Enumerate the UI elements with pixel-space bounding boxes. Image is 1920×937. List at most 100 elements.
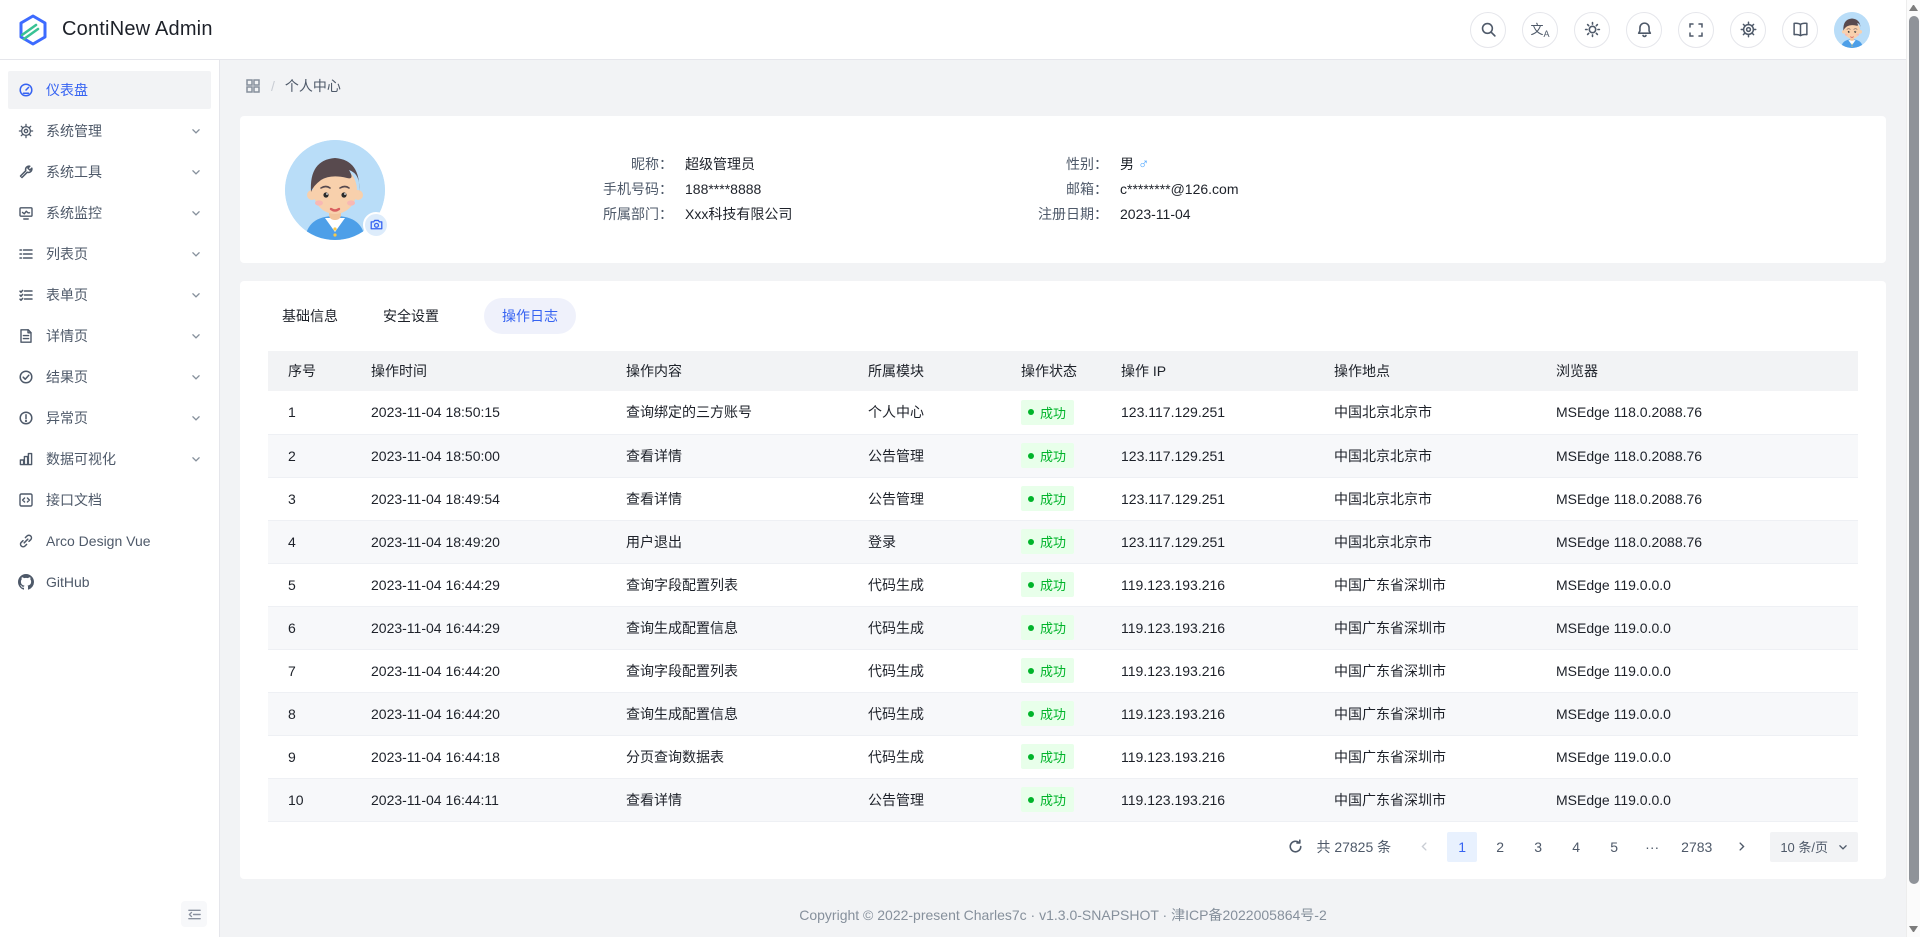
translate-button[interactable]: 文A <box>1522 12 1558 48</box>
sidebar-item-github[interactable]: GitHub <box>8 563 211 601</box>
table-row: 82023-11-04 16:44:20查询生成配置信息代码生成成功119.12… <box>268 692 1858 735</box>
phone-value: 188****8888 <box>685 177 1020 202</box>
table-row: 42023-11-04 18:49:20用户退出登录成功123.117.129.… <box>268 520 1858 563</box>
fullscreen-button[interactable] <box>1678 12 1714 48</box>
page-ellipsis[interactable]: ··· <box>1637 832 1667 862</box>
table-cell: 中国广东省深圳市 <box>1326 649 1548 692</box>
link-icon <box>18 533 34 549</box>
sidebar-item-data-visualization[interactable]: 数据可视化 <box>8 440 211 478</box>
table-header: 序号 操作时间 操作内容 所属模块 操作状态 操作 IP 操作地点 浏览器 <box>268 351 1858 391</box>
notifications-button[interactable] <box>1626 12 1662 48</box>
page-button-1[interactable]: 1 <box>1447 832 1477 862</box>
sidebar-item-arco-design-vue[interactable]: Arco Design Vue <box>8 522 211 560</box>
table-cell: 公告管理 <box>860 477 1013 520</box>
department-value: Xxx科技有限公司 <box>685 202 1020 227</box>
table-row: 22023-11-04 18:50:00查看详情公告管理成功123.117.12… <box>268 434 1858 477</box>
profile-card: 昵称： 超级管理员 性别： 男♂ 手机号码： 188****8888 邮箱： c… <box>240 116 1886 263</box>
status-cell: 成功 <box>1013 606 1113 649</box>
page-size-select[interactable]: 10 条/页 <box>1770 832 1858 862</box>
sidebar-item-label: 系统管理 <box>46 121 102 141</box>
user-avatar[interactable] <box>1834 12 1870 48</box>
scrollbar-up-arrow-icon[interactable] <box>1909 5 1918 11</box>
scrollbar-thumb[interactable] <box>1909 16 1919 884</box>
table-cell: 6 <box>268 606 363 649</box>
sidebar-item-api-docs[interactable]: 接口文档 <box>8 481 211 519</box>
page-scrollbar[interactable] <box>1906 0 1920 937</box>
col-header-status: 操作状态 <box>1013 351 1113 391</box>
chevron-down-icon <box>191 249 201 259</box>
footer-copyright: Copyright © 2022-present Charles7c · v1.… <box>240 905 1886 925</box>
field-label: 昵称： <box>515 152 685 177</box>
translate-icon: 文A <box>1530 23 1549 36</box>
tab-operation-log[interactable]: 操作日志 <box>484 298 576 334</box>
page-button-last[interactable]: 2783 <box>1675 832 1718 862</box>
table-row: 12023-11-04 18:50:15查询绑定的三方账号个人中心成功123.1… <box>268 391 1858 434</box>
table-cell: 123.117.129.251 <box>1113 434 1326 477</box>
sidebar-item-exception-page[interactable]: 异常页 <box>8 399 211 437</box>
sidebar-item-system-management[interactable]: 系统管理 <box>8 112 211 150</box>
page-button-3[interactable]: 3 <box>1523 832 1553 862</box>
sidebar-item-label: 详情页 <box>46 326 88 346</box>
table-cell: 119.123.193.216 <box>1113 692 1326 735</box>
status-badge: 成功 <box>1021 486 1074 511</box>
page-button-2[interactable]: 2 <box>1485 832 1515 862</box>
tab-basic-info[interactable]: 基础信息 <box>282 306 338 326</box>
tab-security-settings[interactable]: 安全设置 <box>383 306 439 326</box>
sidebar-item-detail-page[interactable]: 详情页 <box>8 317 211 355</box>
table-cell: 3 <box>268 477 363 520</box>
sidebar-item-system-tools[interactable]: 系统工具 <box>8 153 211 191</box>
table-cell: 5 <box>268 563 363 606</box>
prev-page-button[interactable] <box>1409 832 1439 862</box>
logo-link[interactable]: ContiNew Admin <box>16 13 213 47</box>
bell-icon <box>1636 21 1653 38</box>
status-cell: 成功 <box>1013 692 1113 735</box>
status-dot-icon <box>1028 539 1034 545</box>
table-cell: 123.117.129.251 <box>1113 520 1326 563</box>
status-badge: 成功 <box>1021 744 1074 769</box>
scrollbar-down-arrow-icon[interactable] <box>1909 926 1918 932</box>
status-cell: 成功 <box>1013 778 1113 821</box>
sidebar-item-form-page[interactable]: 表单页 <box>8 276 211 314</box>
table-cell: 123.117.129.251 <box>1113 391 1326 434</box>
table-cell: 中国广东省深圳市 <box>1326 778 1548 821</box>
table-cell: 119.123.193.216 <box>1113 649 1326 692</box>
sidebar-item-dashboard[interactable]: 仪表盘 <box>8 71 211 109</box>
docs-button[interactable] <box>1782 12 1818 48</box>
pagination-total: 共 27825 条 <box>1316 837 1391 857</box>
dashboard-icon <box>18 82 34 98</box>
table-cell: 1 <box>268 391 363 434</box>
table-cell: 查询字段配置列表 <box>618 563 860 606</box>
change-avatar-button[interactable] <box>363 212 389 238</box>
table-cell: MSEdge 119.0.0.0 <box>1548 692 1858 735</box>
page-button-5[interactable]: 5 <box>1599 832 1629 862</box>
code-square-icon <box>18 492 34 508</box>
col-header-no: 序号 <box>268 351 363 391</box>
table-cell: 123.117.129.251 <box>1113 477 1326 520</box>
sidebar-item-system-monitor[interactable]: 系统监控 <box>8 194 211 232</box>
field-label: 邮箱： <box>1020 177 1120 202</box>
male-icon: ♂ <box>1138 156 1149 173</box>
table-row: 72023-11-04 16:44:20查询字段配置列表代码生成成功119.12… <box>268 649 1858 692</box>
table-row: 32023-11-04 18:49:54查看详情公告管理成功123.117.12… <box>268 477 1858 520</box>
search-button[interactable] <box>1470 12 1506 48</box>
page-button-4[interactable]: 4 <box>1561 832 1591 862</box>
sidebar-collapse-button[interactable] <box>181 901 207 927</box>
theme-toggle-button[interactable] <box>1574 12 1610 48</box>
table-cell: 2023-11-04 18:50:15 <box>363 391 618 434</box>
sidebar-item-result-page[interactable]: 结果页 <box>8 358 211 396</box>
table-row: 52023-11-04 16:44:29查询字段配置列表代码生成成功119.12… <box>268 563 1858 606</box>
settings-button[interactable] <box>1730 12 1766 48</box>
status-cell: 成功 <box>1013 520 1113 563</box>
table-cell: 代码生成 <box>860 606 1013 649</box>
table-cell: 10 <box>268 778 363 821</box>
home-apps-icon[interactable] <box>245 78 261 94</box>
next-page-button[interactable] <box>1726 832 1756 862</box>
refresh-button[interactable] <box>1282 834 1308 860</box>
sidebar-item-label: 表单页 <box>46 285 88 305</box>
operation-log-table: 序号 操作时间 操作内容 所属模块 操作状态 操作 IP 操作地点 浏览器 12… <box>268 351 1858 822</box>
table-row: 102023-11-04 16:44:11查看详情公告管理成功119.123.1… <box>268 778 1858 821</box>
table-cell: 中国广东省深圳市 <box>1326 692 1548 735</box>
chevron-down-icon <box>191 126 201 136</box>
status-badge: 成功 <box>1021 400 1074 425</box>
sidebar-item-list-page[interactable]: 列表页 <box>8 235 211 273</box>
